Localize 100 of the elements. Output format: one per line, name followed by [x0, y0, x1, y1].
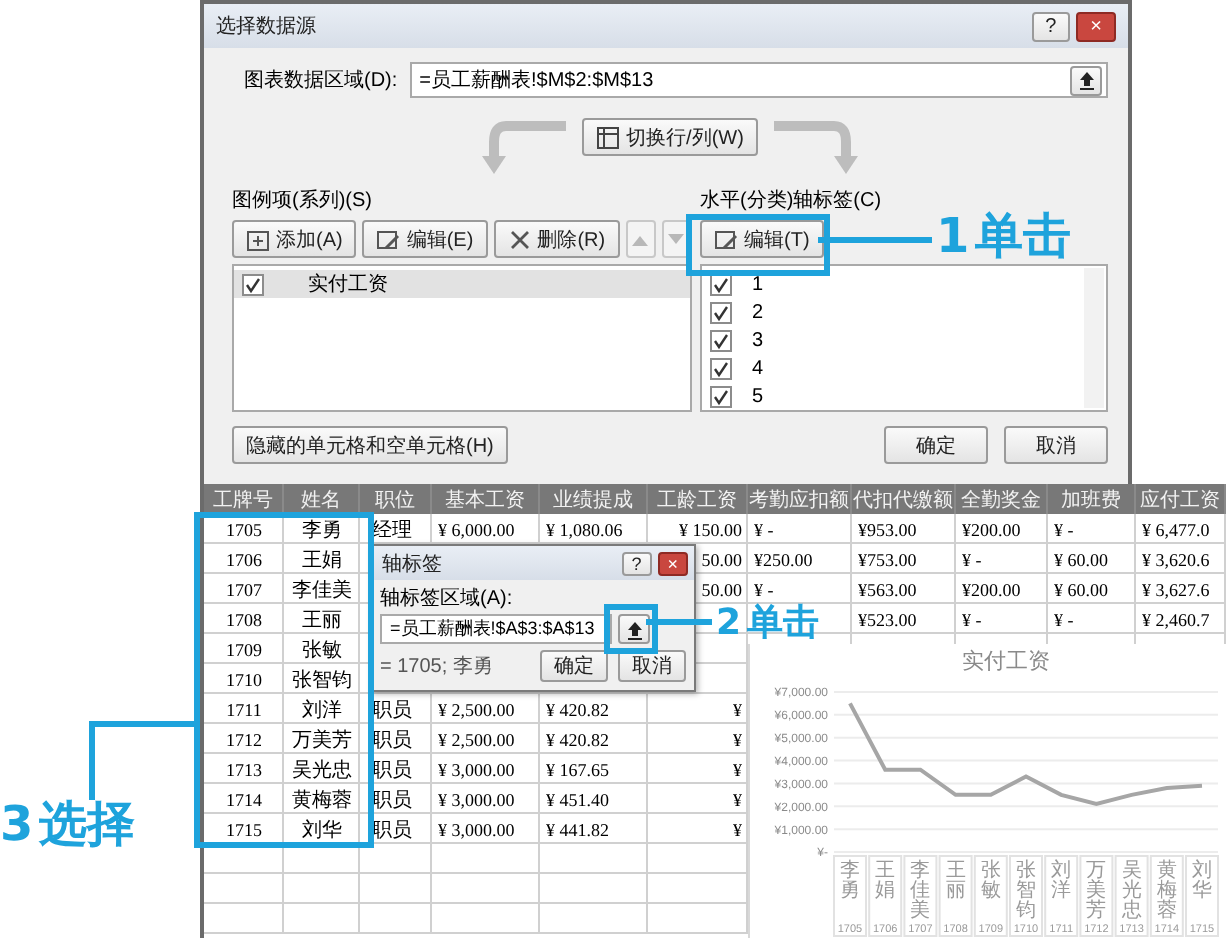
- dialog-title: 轴标签: [382, 551, 442, 577]
- table-cell: ¥200.00: [962, 579, 1021, 599]
- cancel-button[interactable]: 取消: [1004, 426, 1108, 464]
- edit-button[interactable]: 编辑(T): [700, 220, 824, 258]
- range-field[interactable]: =员工薪酬表!$A$3:$A$13: [380, 614, 612, 644]
- table-cell: ¥ 2,500.00: [438, 699, 515, 719]
- axis-category-label: 王娟: [875, 860, 896, 902]
- table-cell-text: 职员: [372, 727, 412, 753]
- table-cell: 1705: [226, 519, 262, 539]
- column-header: 职位: [360, 484, 432, 514]
- table-cell-text: 职员: [372, 817, 412, 843]
- table-cell: ¥ 420.82: [546, 699, 609, 719]
- table-cell: 1712: [226, 729, 262, 749]
- delete-button[interactable]: 删除(R): [493, 220, 620, 258]
- table-cell: ¥ -: [1054, 609, 1074, 629]
- table-cell: ¥ -: [962, 609, 982, 629]
- arrow-up-icon: [1077, 70, 1095, 90]
- callout-label: 1单击: [936, 208, 1072, 264]
- table-cell: ¥ -: [1054, 519, 1074, 539]
- table-cell: ¥ 6,477.0: [1142, 519, 1210, 539]
- close-button[interactable]: ×: [1076, 11, 1116, 41]
- switch-button[interactable]: 切换行/列(W): [582, 118, 758, 156]
- table-cell-text: 职员: [372, 697, 412, 723]
- table-cell: ¥ 3,000.00: [438, 759, 515, 779]
- table-cell: ¥ 3,620.6: [1142, 549, 1210, 569]
- table-cell: ¥ 3,000.00: [438, 789, 515, 809]
- category-item[interactable]: 5: [752, 385, 764, 407]
- column-header: 应付工资: [1136, 484, 1226, 514]
- table-cell: ¥753.00: [858, 549, 917, 569]
- axis-category-label: 刘洋: [1051, 860, 1072, 902]
- axis-category-label: 万美芳: [1086, 860, 1107, 922]
- series-item[interactable]: 实付工资: [234, 270, 690, 298]
- column-header: 姓名: [284, 484, 360, 514]
- table-cell: 1709: [226, 639, 262, 659]
- column-header: 考勤应扣额: [748, 484, 852, 514]
- help-button[interactable]: ?: [1031, 11, 1071, 41]
- table-cell-text: 黄梅蓉: [292, 787, 352, 813]
- table-cell: 50.00: [701, 549, 742, 569]
- table-cell-text: 张智钧: [292, 667, 352, 693]
- cancel-button[interactable]: 取消: [618, 650, 686, 682]
- checkbox[interactable]: [710, 385, 732, 407]
- table-cell: 1710: [226, 669, 262, 689]
- scrollbar[interactable]: [1084, 268, 1104, 408]
- column-header: 工牌号: [204, 484, 284, 514]
- add-icon: [246, 227, 270, 251]
- checkbox[interactable]: [710, 329, 732, 351]
- callout-label: 2 单击: [716, 602, 820, 646]
- checkbox[interactable]: [242, 273, 264, 295]
- collapse-button[interactable]: [1070, 65, 1102, 95]
- table-cell-text: 万美芳: [292, 727, 352, 753]
- hidden-cells-button[interactable]: 隐藏的单元格和空单元格(H): [232, 426, 508, 464]
- table-cell: ¥ 1,080.06: [546, 519, 623, 539]
- axis-category-label: 吴光忠: [1121, 860, 1142, 922]
- column-header: 业绩提成: [540, 484, 648, 514]
- table-cell: ¥ 2,460.7: [1142, 609, 1210, 629]
- table-cell: 50.00: [701, 579, 742, 599]
- column-header: 基本工资: [432, 484, 540, 514]
- range-label: 图表数据区域(D):: [244, 67, 398, 94]
- table-cell: 1711: [226, 699, 262, 719]
- axis-category-label: 张智钧: [1016, 860, 1036, 922]
- callout-label: 3选择: [0, 796, 136, 852]
- arrow-up-icon: [625, 619, 643, 639]
- ok-button[interactable]: 确定: [884, 426, 988, 464]
- table-cell: ¥: [733, 819, 742, 839]
- table-cell-text: 李佳美: [292, 577, 352, 603]
- table-cell: 1715: [226, 819, 262, 839]
- table-cell: ¥ -: [754, 579, 774, 599]
- axis-category-label: 张敏: [980, 860, 1001, 902]
- series-label: 图例项(系列)(S): [232, 187, 374, 214]
- table-cell: ¥ 420.82: [546, 729, 609, 749]
- table-cell: ¥: [733, 699, 742, 719]
- help-button[interactable]: ?: [621, 551, 652, 575]
- category-item[interactable]: 3: [752, 329, 764, 351]
- edit-button[interactable]: 编辑(E): [362, 220, 488, 258]
- category-item[interactable]: 1: [752, 273, 764, 295]
- table-cell-text: 刘华: [302, 817, 342, 843]
- column-header: 加班费: [1048, 484, 1136, 514]
- triangle-down-icon: [668, 233, 685, 245]
- ok-button[interactable]: 确定: [540, 650, 608, 682]
- table-cell: ¥: [733, 759, 742, 779]
- category-item[interactable]: 4: [752, 357, 764, 379]
- table-cell: ¥ -: [754, 519, 774, 539]
- checkbox[interactable]: [710, 301, 732, 323]
- table-cell-text: 李勇: [302, 517, 342, 543]
- table-cell-text: 吴光忠: [292, 757, 352, 783]
- table-icon: [596, 125, 621, 149]
- table-cell: 1706: [226, 549, 262, 569]
- table-cell: ¥ 167.65: [546, 759, 609, 779]
- table-cell: ¥523.00: [858, 609, 917, 629]
- leader-line: [646, 619, 712, 625]
- range-field[interactable]: =员工薪酬表!$M$2:$M$13: [409, 62, 1108, 98]
- leader-line: [818, 237, 932, 243]
- checkbox[interactable]: [710, 357, 732, 379]
- collapse-button[interactable]: [618, 614, 650, 644]
- category-item[interactable]: 2: [752, 301, 764, 323]
- table-cell: ¥ 60.00: [1054, 579, 1108, 599]
- table-cell-text: 张敏: [302, 637, 342, 663]
- close-button[interactable]: ×: [657, 551, 688, 575]
- add-button[interactable]: 添加(A): [232, 220, 357, 258]
- table-cell: ¥ 451.40: [546, 789, 609, 809]
